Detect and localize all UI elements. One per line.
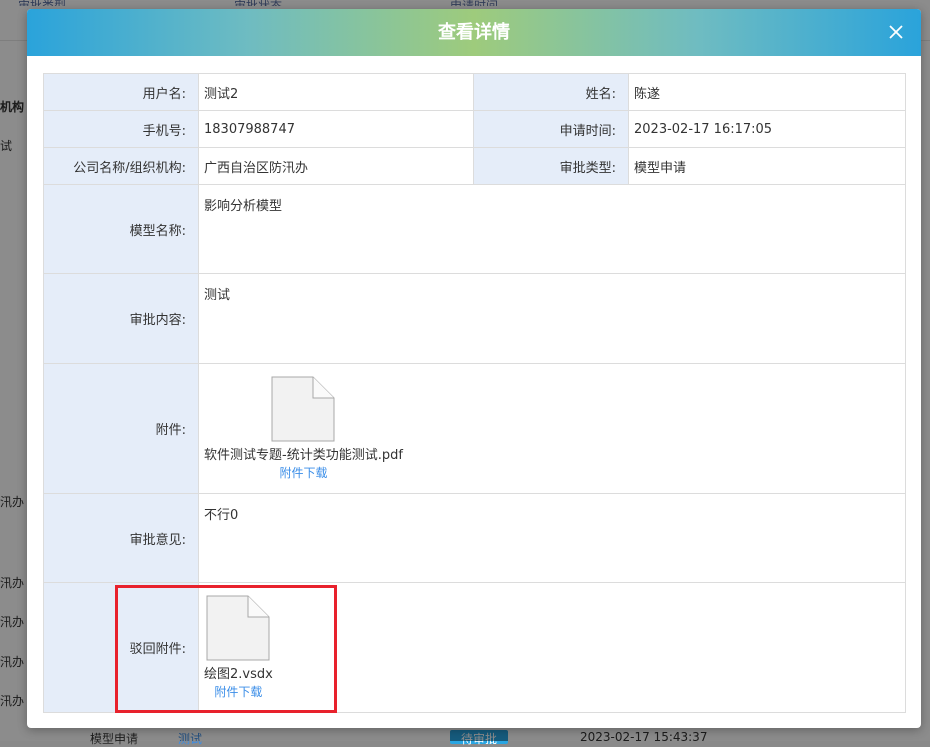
- model-name-value: 影响分析模型: [198, 184, 906, 274]
- approval-opinion-value: 不行0: [198, 493, 906, 583]
- table-row: 手机号: 18307988747 申请时间: 2023-02-17 16:17:…: [43, 110, 906, 148]
- file-icon: [271, 376, 335, 442]
- apply-time-value: 2023-02-17 16:17:05: [628, 110, 906, 148]
- dialog-header: 查看详情: [27, 9, 921, 56]
- table-row: 公司名称/组织机构: 广西自治区防汛办 审批类型: 模型申请: [43, 147, 906, 185]
- phone-label: 手机号:: [43, 110, 199, 148]
- attachment-cell: 软件测试专题-统计类功能测试.pdf 附件下载: [198, 363, 906, 494]
- model-name-label: 模型名称:: [43, 184, 199, 274]
- phone-value: 18307988747: [198, 110, 474, 148]
- attachment-file: 软件测试专题-统计类功能测试.pdf 附件下载: [204, 376, 403, 481]
- table-row: 审批内容: 测试: [43, 273, 906, 364]
- name-value: 陈遂: [628, 73, 906, 111]
- table-row: 模型名称: 影响分析模型: [43, 184, 906, 274]
- approval-type-label: 审批类型:: [473, 147, 629, 185]
- name-label: 姓名:: [473, 73, 629, 111]
- close-icon: [889, 25, 903, 39]
- username-value: 测试2: [198, 73, 474, 111]
- approval-content-label: 审批内容:: [43, 273, 199, 364]
- close-button[interactable]: [885, 21, 907, 43]
- approval-opinion-label: 审批意见:: [43, 493, 199, 583]
- attachment-download-link[interactable]: 附件下载: [204, 464, 403, 481]
- approval-type-value: 模型申请: [628, 147, 906, 185]
- apply-time-label: 申请时间:: [473, 110, 629, 148]
- username-label: 用户名:: [43, 73, 199, 111]
- attachment-label: 附件:: [43, 363, 199, 494]
- table-row: 附件: 软件测试专题-统计类功能测试.pdf 附件下载: [43, 363, 906, 494]
- company-label: 公司名称/组织机构:: [43, 147, 199, 185]
- highlight-box: [115, 585, 337, 713]
- company-value: 广西自治区防汛办: [198, 147, 474, 185]
- approval-content-value: 测试: [198, 273, 906, 364]
- dialog-title: 查看详情: [438, 22, 510, 43]
- table-row: 审批意见: 不行0: [43, 493, 906, 583]
- attachment-filename: 软件测试专题-统计类功能测试.pdf: [204, 448, 403, 463]
- table-row: 用户名: 测试2 姓名: 陈遂: [43, 73, 906, 111]
